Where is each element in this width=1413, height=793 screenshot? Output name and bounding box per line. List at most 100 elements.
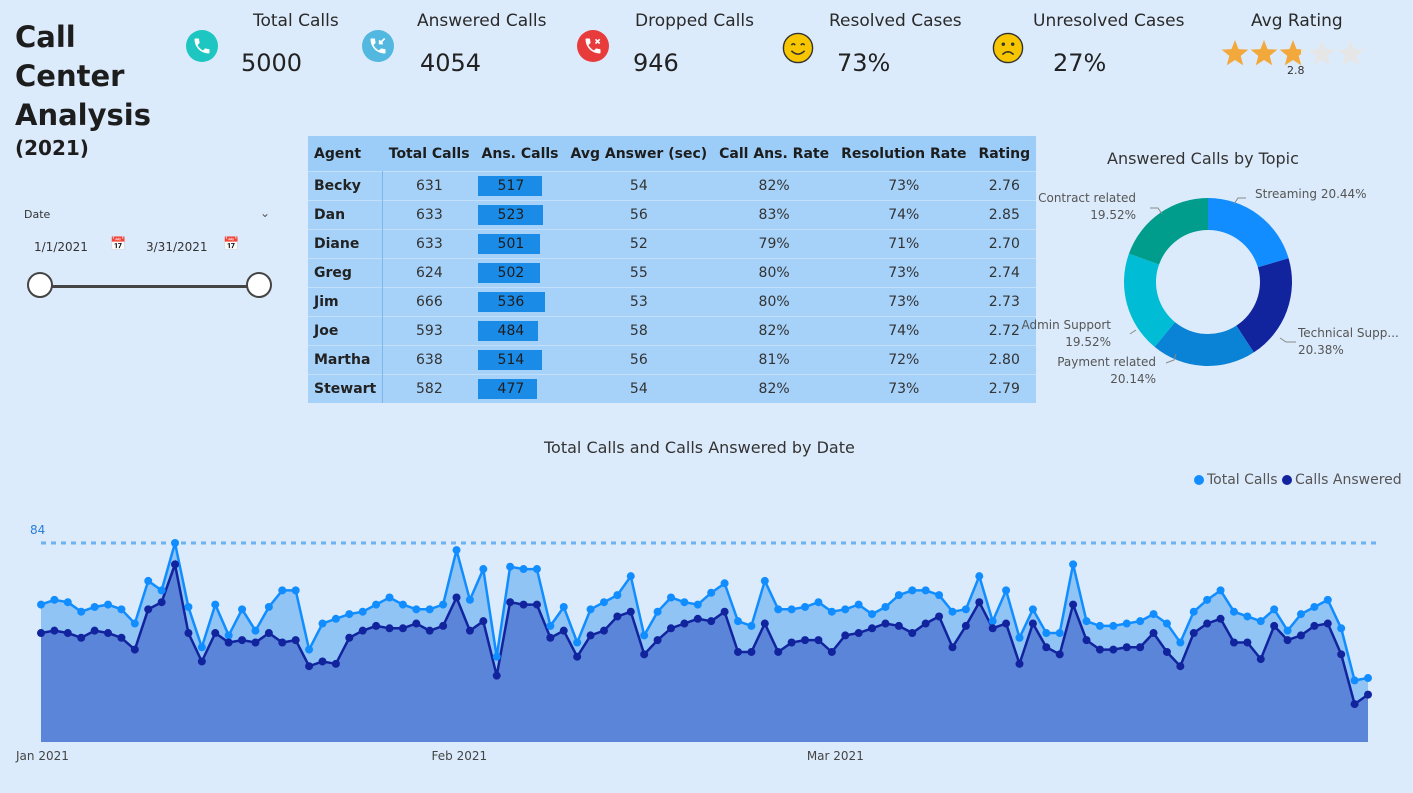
table-row[interactable]: Martha 638 514 56 81% 72% 2.80: [308, 345, 1037, 375]
calls-answered-point[interactable]: [908, 629, 917, 638]
total-calls-point[interactable]: [345, 610, 354, 619]
total-calls-point[interactable]: [787, 605, 796, 614]
calls-answered-point[interactable]: [1189, 629, 1198, 638]
total-calls-point[interactable]: [760, 576, 769, 585]
total-calls-point[interactable]: [894, 591, 903, 600]
column-header[interactable]: Avg Answer (sec): [564, 136, 714, 172]
total-calls-point[interactable]: [305, 645, 314, 654]
total-calls-point[interactable]: [506, 562, 515, 571]
total-calls-point[interactable]: [398, 600, 407, 609]
calls-answered-point[interactable]: [318, 657, 327, 666]
total-calls-point[interactable]: [868, 610, 877, 619]
total-calls-point[interactable]: [1270, 605, 1279, 614]
calls-answered-point[interactable]: [197, 657, 206, 666]
calls-answered-point[interactable]: [305, 662, 314, 671]
calls-answered-point[interactable]: [238, 636, 247, 645]
total-calls-point[interactable]: [211, 600, 220, 609]
total-calls-point[interactable]: [948, 607, 957, 616]
calls-answered-point[interactable]: [1203, 619, 1212, 628]
calls-answered-point[interactable]: [894, 621, 903, 630]
calls-answered-point[interactable]: [693, 614, 702, 623]
calls-answered-point[interactable]: [358, 626, 367, 635]
total-calls-point[interactable]: [77, 607, 86, 616]
total-calls-point[interactable]: [801, 602, 810, 611]
calls-answered-point[interactable]: [224, 638, 233, 647]
calls-answered-point[interactable]: [626, 607, 635, 616]
total-calls-point[interactable]: [171, 539, 180, 547]
calls-answered-point[interactable]: [479, 617, 488, 626]
start-date-input[interactable]: 1/1/2021: [34, 240, 88, 254]
calls-answered-point[interactable]: [1323, 619, 1332, 628]
table-row[interactable]: Dan 633 523 56 83% 74% 2.85: [308, 200, 1037, 230]
total-calls-point[interactable]: [908, 586, 917, 595]
column-header[interactable]: Ans. Calls: [475, 136, 565, 172]
calls-answered-point[interactable]: [90, 626, 99, 635]
end-date-input[interactable]: 3/31/2021: [146, 240, 208, 254]
total-calls-point[interactable]: [586, 605, 595, 614]
calls-answered-point[interactable]: [666, 624, 675, 633]
calls-answered-point[interactable]: [1042, 643, 1051, 652]
table-row[interactable]: Greg 624 502 55 80% 73% 2.74: [308, 258, 1037, 288]
total-calls-point[interactable]: [452, 546, 461, 555]
calls-answered-point[interactable]: [385, 624, 394, 633]
total-calls-point[interactable]: [278, 586, 287, 595]
calls-answered-point[interactable]: [1229, 638, 1238, 647]
total-calls-point[interactable]: [1109, 621, 1118, 630]
total-calls-point[interactable]: [1364, 674, 1372, 683]
calls-answered-point[interactable]: [1109, 645, 1118, 654]
calls-answered-point[interactable]: [278, 638, 287, 647]
calls-answered-point[interactable]: [559, 626, 568, 635]
date-slicer[interactable]: Date ⌄ 1/1/2021 📅 3/31/2021 📅: [24, 204, 276, 304]
total-calls-point[interactable]: [130, 619, 139, 628]
total-calls-point[interactable]: [50, 595, 59, 604]
calls-answered-point[interactable]: [519, 600, 528, 609]
total-calls-point[interactable]: [1002, 586, 1011, 595]
total-calls-point[interactable]: [653, 607, 662, 616]
calls-answered-point[interactable]: [1082, 636, 1091, 645]
total-calls-point[interactable]: [854, 600, 863, 609]
total-calls-point[interactable]: [680, 598, 689, 607]
calls-answered-point[interactable]: [586, 631, 595, 640]
calls-answered-point[interactable]: [1216, 614, 1225, 623]
total-calls-point[interactable]: [640, 631, 649, 640]
total-calls-point[interactable]: [197, 643, 206, 652]
total-calls-point[interactable]: [1350, 676, 1359, 685]
total-calls-point[interactable]: [1256, 617, 1265, 626]
total-calls-point[interactable]: [1042, 629, 1051, 638]
calls-answered-point[interactable]: [546, 633, 555, 642]
total-calls-point[interactable]: [1055, 629, 1064, 638]
calls-answered-point[interactable]: [801, 636, 810, 645]
total-calls-point[interactable]: [1095, 621, 1104, 630]
total-calls-point[interactable]: [693, 600, 702, 609]
calls-answered-point[interactable]: [63, 629, 72, 638]
total-calls-point[interactable]: [1136, 617, 1145, 626]
total-calls-point[interactable]: [264, 602, 273, 611]
calls-answered-point[interactable]: [1256, 655, 1265, 664]
total-calls-point[interactable]: [184, 602, 193, 611]
table-row[interactable]: Joe 593 484 58 82% 74% 2.72: [308, 316, 1037, 346]
total-calls-point[interactable]: [1082, 617, 1091, 626]
total-calls-point[interactable]: [626, 572, 635, 581]
total-calls-point[interactable]: [707, 588, 716, 597]
total-calls-point[interactable]: [37, 600, 45, 609]
total-calls-point[interactable]: [720, 579, 729, 588]
total-calls-point[interactable]: [318, 619, 327, 628]
legend-item-total-calls[interactable]: Total Calls: [1194, 472, 1278, 488]
calls-answered-point[interactable]: [881, 619, 890, 628]
total-calls-point[interactable]: [425, 605, 434, 614]
calls-answered-point[interactable]: [77, 633, 86, 642]
calls-answered-point[interactable]: [211, 629, 220, 638]
calls-answered-point[interactable]: [599, 626, 608, 635]
calls-answered-point[interactable]: [1350, 700, 1359, 709]
column-header[interactable]: Resolution Rate: [835, 136, 973, 172]
total-calls-point[interactable]: [827, 607, 836, 616]
calls-answered-point[interactable]: [653, 636, 662, 645]
total-calls-point[interactable]: [465, 595, 474, 604]
calendar-icon[interactable]: 📅: [110, 237, 126, 252]
calls-answered-point[interactable]: [425, 626, 434, 635]
calls-answered-point[interactable]: [868, 624, 877, 633]
table-row[interactable]: Diane 633 501 52 79% 71% 2.70: [308, 229, 1037, 259]
total-calls-point[interactable]: [104, 600, 113, 609]
calls-answered-point[interactable]: [1095, 645, 1104, 654]
calls-answered-point[interactable]: [439, 621, 448, 630]
